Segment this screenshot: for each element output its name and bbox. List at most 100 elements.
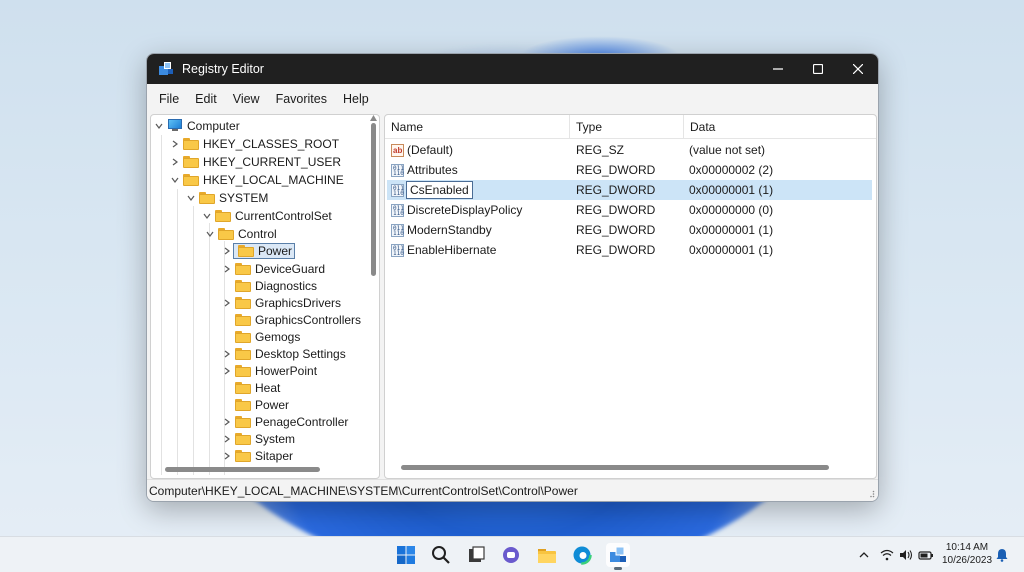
tree-item-penagecontroller[interactable]: PenageController: [221, 413, 348, 430]
tree-item-hkey-local-machine[interactable]: HKEY_LOCAL_MACHINE: [169, 171, 344, 188]
tree-guide-line: [161, 135, 162, 475]
chat-button[interactable]: [499, 543, 523, 567]
menu-help[interactable]: Help: [335, 92, 377, 106]
tree-item-label: Control: [238, 226, 277, 241]
registry-editor-taskbar-button[interactable]: [606, 543, 630, 570]
tree-item-sitaper[interactable]: Sitaper: [221, 447, 293, 464]
clock-time: 10:14 AM: [945, 542, 989, 553]
chevron-right-icon[interactable]: [221, 450, 233, 462]
edge-button[interactable]: [570, 543, 594, 567]
chevron-right-icon[interactable]: [221, 348, 233, 360]
folder-icon: [235, 262, 251, 275]
tree-item-howerpoint[interactable]: HowerPoint: [221, 362, 317, 379]
column-header-name[interactable]: Name: [385, 115, 570, 139]
registry-path: Computer\HKEY_LOCAL_MACHINE\SYSTEM\Curre…: [149, 483, 578, 498]
search-button[interactable]: [429, 543, 453, 567]
tree-guide-line: [193, 206, 194, 475]
values-list[interactable]: Name Type Data ab (Default) REG_SZ (valu…: [384, 114, 877, 479]
system-tray: [858, 537, 934, 572]
value-name: ModernStandby: [407, 223, 492, 237]
chevron-down-icon[interactable]: [185, 192, 197, 204]
title-bar[interactable]: Registry Editor: [147, 54, 878, 84]
chevron-right-icon[interactable]: [221, 263, 233, 275]
tree-item-power-selected[interactable]: Power: [221, 242, 296, 259]
folder-icon: [235, 398, 251, 411]
value-row-enablehibernate[interactable]: 011 110 EnableHibernate REG_DWORD 0x00000…: [387, 240, 872, 260]
tree-item-system[interactable]: SYSTEM: [185, 189, 268, 206]
tree-item-label: Diagnostics: [255, 278, 318, 293]
menu-file[interactable]: File: [151, 92, 187, 106]
volume-icon[interactable]: [899, 549, 913, 561]
chevron-right-icon[interactable]: [221, 416, 233, 428]
binary-value-icon: 011 110: [391, 203, 404, 217]
clock[interactable]: 10:14 AM 10/26/2023: [938, 541, 996, 567]
tree-item-hkey-classes-root[interactable]: HKEY_CLASSES_ROOT: [169, 135, 339, 152]
file-explorer-button[interactable]: [535, 543, 559, 567]
tree-item-heat[interactable]: Heat: [221, 379, 280, 396]
close-button[interactable]: [838, 54, 878, 84]
tree-item-system-2[interactable]: System: [221, 430, 295, 447]
task-view-icon: [469, 546, 485, 562]
start-button[interactable]: [394, 543, 418, 567]
menu-view[interactable]: View: [225, 92, 268, 106]
maximize-button[interactable]: [798, 54, 838, 84]
tree-item-gemogs[interactable]: Gemogs: [221, 328, 300, 345]
value-row-discretedisplaypolicy[interactable]: 011 110 DiscreteDisplayPolicy REG_DWORD 0…: [387, 200, 872, 220]
chevron-up-icon[interactable]: [858, 549, 870, 561]
value-row-attributes[interactable]: 011 110 Attributes REG_DWORD 0x00000002 (…: [387, 160, 872, 180]
value-data: 0x00000002 (2): [689, 163, 774, 177]
tree-guide-line: [209, 223, 210, 475]
tree-item-graphicscontrollers[interactable]: GraphicsControllers: [221, 311, 361, 328]
tree-item-power[interactable]: Power: [221, 396, 289, 413]
value-row-csenabled[interactable]: 011 110 CsEnabled REG_DWORD 0x00000001 (1…: [387, 180, 872, 200]
chevron-right-icon[interactable]: [221, 297, 233, 309]
chevron-down-icon[interactable]: [204, 228, 216, 240]
registry-tree[interactable]: Computer HKEY_CLASSES_ROOT HKEY_CURRENT_…: [150, 114, 380, 479]
tree-item-label: DeviceGuard: [255, 261, 326, 276]
tree-vertical-scrollbar[interactable]: [371, 123, 376, 276]
chevron-down-icon[interactable]: [153, 120, 165, 132]
chevron-right-icon[interactable]: [221, 245, 233, 257]
start-icon: [397, 546, 415, 564]
chevron-right-icon[interactable]: [169, 138, 181, 150]
menu-favorites[interactable]: Favorites: [268, 92, 335, 106]
tree-item-deviceguard[interactable]: DeviceGuard: [221, 260, 325, 277]
tree-item-currentcontrolset[interactable]: CurrentControlSet: [201, 207, 332, 224]
chevron-right-icon[interactable]: [221, 365, 233, 377]
tree-item-label: SYSTEM: [219, 190, 269, 205]
value-data: (value not set): [689, 143, 766, 157]
task-view-button[interactable]: [464, 543, 488, 567]
menu-edit[interactable]: Edit: [187, 92, 225, 106]
value-row-default[interactable]: ab (Default) REG_SZ (value not set): [387, 140, 872, 160]
tree-item-label: Gemogs: [255, 329, 301, 344]
clock-date: 10/26/2023: [941, 555, 993, 566]
folder-icon: [238, 244, 254, 257]
tree-item-computer[interactable]: Computer: [153, 117, 240, 134]
registry-editor-icon: [610, 546, 626, 562]
column-header-data[interactable]: Data: [684, 115, 715, 139]
chevron-right-icon[interactable]: [221, 433, 233, 445]
column-header-type[interactable]: Type: [570, 115, 684, 139]
tree-horizontal-scrollbar[interactable]: [165, 467, 320, 472]
resize-grip-icon[interactable]: [867, 490, 875, 498]
tree-item-control[interactable]: Control: [204, 225, 277, 242]
value-row-modernstandby[interactable]: 011 110 ModernStandby REG_DWORD 0x0000000…: [387, 220, 872, 240]
tree-item-hkey-current-user[interactable]: HKEY_CURRENT_USER: [169, 153, 341, 170]
wifi-icon[interactable]: [880, 549, 894, 561]
tree-item-graphicsdrivers[interactable]: GraphicsDrivers: [221, 294, 341, 311]
value-data: 0x00000000 (0): [689, 203, 774, 217]
tree-item-desktop-settings[interactable]: Desktop Settings: [221, 345, 346, 362]
minimize-button[interactable]: [758, 54, 798, 84]
tree-item-diagnostics[interactable]: Diagnostics: [221, 277, 317, 294]
chevron-down-icon[interactable]: [201, 210, 213, 222]
chevron-right-icon[interactable]: [169, 156, 181, 168]
scroll-up-icon[interactable]: [370, 115, 377, 121]
folder-icon: [235, 415, 251, 428]
chevron-down-icon[interactable]: [169, 174, 181, 186]
folder-icon: [183, 137, 199, 150]
notification-bell-icon[interactable]: [996, 548, 1008, 562]
tree-item-label: Heat: [255, 380, 281, 395]
battery-icon[interactable]: [918, 549, 934, 561]
values-horizontal-scrollbar[interactable]: [401, 465, 829, 470]
value-name-edit-field[interactable]: CsEnabled: [406, 181, 473, 199]
